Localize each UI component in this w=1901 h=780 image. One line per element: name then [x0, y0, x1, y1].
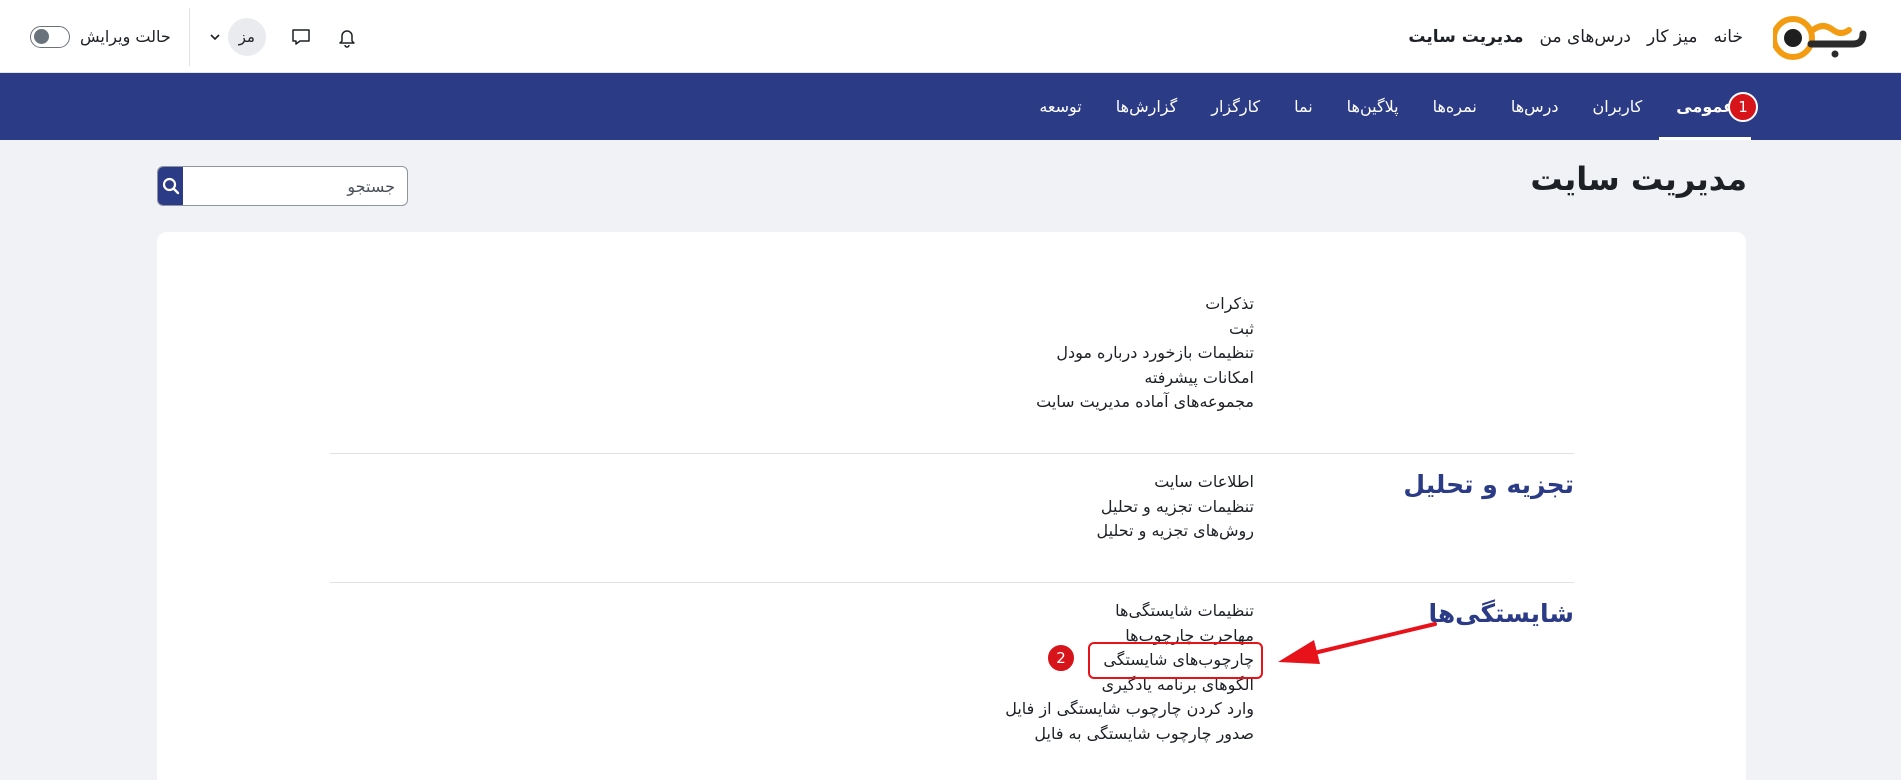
toggle-knob — [34, 28, 49, 44]
link-analytics-settings[interactable]: تنظیمات تجزیه و تحلیل — [1101, 495, 1254, 520]
tab-courses[interactable]: درس‌ها — [1494, 73, 1576, 140]
admin-search — [157, 166, 408, 206]
user-avatar[interactable]: مز — [227, 17, 266, 56]
link-feedback-settings[interactable]: تنظیمات بازخورد درباره مودل — [1056, 341, 1254, 366]
tab-plugins[interactable]: پلاگین‌ها — [1330, 73, 1416, 140]
link-advanced-features[interactable]: امکانات پیشرفته — [1144, 366, 1254, 391]
search-input[interactable] — [183, 167, 407, 205]
section-divider — [330, 582, 1574, 583]
top-navbar: خانه میز کار درس‌های من مدیریت سایت حالت… — [0, 0, 1901, 73]
message-icon[interactable] — [290, 26, 312, 48]
tab-appearance[interactable]: نما — [1277, 73, 1330, 140]
nav-site-admin[interactable]: مدیریت سایت — [1400, 0, 1531, 73]
user-navigation: حالت ویرایش مز — [30, 0, 358, 73]
tab-users[interactable]: کاربران — [1576, 73, 1660, 140]
admin-content-card — [157, 232, 1746, 780]
bell-icon[interactable] — [336, 26, 358, 48]
link-import-framework[interactable]: وارد کردن چارچوب شایستگی از فایل — [1005, 697, 1254, 722]
nav-home[interactable]: خانه — [1705, 0, 1751, 73]
section-heading-analytics: تجزیه و تحلیل — [1403, 470, 1574, 499]
section-divider — [330, 453, 1574, 454]
navbar-divider — [188, 7, 190, 66]
link-analytics-models[interactable]: روش‌های تجزیه و تحلیل — [1097, 519, 1254, 544]
tab-server[interactable]: کارگزار — [1194, 73, 1277, 140]
chevron-down-icon[interactable] — [208, 30, 222, 44]
edit-mode-label: حالت ویرایش — [80, 27, 171, 46]
search-icon — [162, 177, 179, 195]
link-competency-settings[interactable]: تنظیمات شایستگی‌ها — [1115, 599, 1254, 624]
nav-dashboard[interactable]: میز کار — [1639, 0, 1706, 73]
link-registration[interactable]: ثبت — [1229, 317, 1254, 342]
edit-mode-toggle[interactable] — [30, 25, 70, 48]
link-site-information[interactable]: اطلاعات سایت — [1154, 470, 1254, 495]
annotation-marker-1: 1 — [1728, 92, 1758, 122]
link-admin-presets[interactable]: مجموعه‌های آماده مدیریت سایت — [1036, 390, 1254, 415]
nav-my-courses[interactable]: درس‌های من — [1532, 0, 1639, 73]
link-export-framework[interactable]: صدور چارچوب شایستگی به فایل — [1034, 722, 1254, 747]
section-general-links: تذکرات ثبت تنظیمات بازخورد درباره مودل ا… — [1036, 292, 1254, 415]
section-heading-competencies: شایستگی‌ها — [1428, 599, 1574, 628]
link-notifications[interactable]: تذکرات — [1205, 292, 1254, 317]
annotation-highlight-box — [1088, 642, 1263, 679]
tab-development[interactable]: توسعه — [1022, 73, 1098, 140]
search-button[interactable] — [158, 167, 183, 205]
annotation-marker-2: 2 — [1046, 643, 1076, 673]
annotation-arrow-icon — [1278, 622, 1437, 664]
secondary-navigation: عمومی کاربران درس‌ها نمره‌ها پلاگین‌ها ن… — [0, 73, 1901, 140]
section-analytics-links: اطلاعات سایت تنظیمات تجزیه و تحلیل روش‌ه… — [1097, 470, 1254, 544]
site-logo[interactable] — [1771, 8, 1873, 64]
page-title: مدیریت سایت — [1530, 160, 1747, 198]
primary-navigation: خانه میز کار درس‌های من مدیریت سایت — [1400, 0, 1751, 73]
tab-grades[interactable]: نمره‌ها — [1416, 73, 1494, 140]
tab-reports[interactable]: گزارش‌ها — [1099, 73, 1194, 140]
